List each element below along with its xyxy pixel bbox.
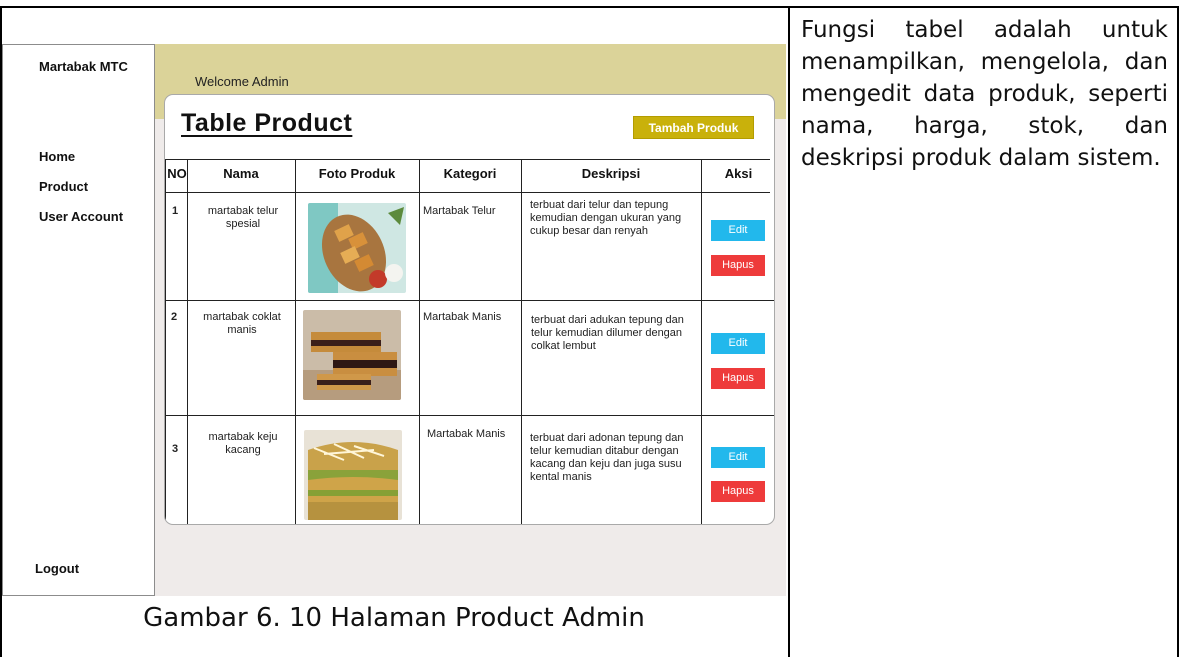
col-divider (521, 159, 522, 524)
row-1-no: 1 (172, 205, 179, 217)
sidebar-item-product[interactable]: Product (39, 179, 123, 194)
row-2-kategori: Martabak Manis (423, 311, 502, 323)
row-2-no: 2 (171, 311, 178, 323)
row-2-delete-button[interactable]: Hapus (711, 368, 765, 389)
row-3-delete-button[interactable]: Hapus (711, 481, 765, 502)
row-3-nama: martabak keju kacang (208, 431, 278, 456)
row-3-edit-button[interactable]: Edit (711, 447, 765, 468)
column-header-foto: Foto Produk (318, 166, 396, 181)
row-2-edit-button[interactable]: Edit (711, 333, 765, 354)
product-table: NO Nama Foto Produk Kategori Deskripsi A… (165, 95, 774, 524)
row-1-deskripsi: terbuat dari telur dan tepung kemudian d… (530, 199, 682, 237)
column-header-nama: Nama (223, 166, 259, 181)
row-3-product-photo (304, 430, 402, 520)
row-divider (165, 300, 774, 301)
figure-caption: Gambar 6. 10 Halaman Product Admin (143, 603, 645, 633)
col-divider (419, 159, 420, 524)
col-divider (187, 159, 188, 524)
row-divider (165, 159, 770, 160)
welcome-text: Welcome Admin (195, 74, 289, 89)
row-3-no: 3 (172, 443, 179, 455)
sidebar-item-home[interactable]: Home (39, 149, 123, 164)
martabak-telur-image (308, 203, 406, 293)
row-1-nama: martabak telur spesial (207, 205, 279, 230)
col-divider (295, 159, 296, 524)
row-1-kategori: Martabak Telur (423, 205, 496, 217)
sidebar-item-user-account[interactable]: User Account (39, 209, 123, 224)
row-1-edit-button[interactable]: Edit (711, 220, 765, 241)
row-3-deskripsi: terbuat dari adonan tepung dan telur kem… (530, 432, 684, 483)
column-header-aksi: Aksi (724, 166, 753, 181)
martabak-keju-image (304, 430, 402, 520)
column-header-deskripsi: Deskripsi (581, 166, 641, 181)
row-2-deskripsi: terbuat dari adukan tepung dan telur kem… (531, 314, 684, 352)
row-2-nama: martabak coklat manis (203, 311, 281, 336)
row-divider (165, 192, 770, 193)
row-1-product-photo (308, 203, 406, 293)
description-paragraph: Fungsi tabel adalah untuk menampilkan, m… (801, 17, 1168, 171)
table-border-top (0, 6, 1179, 8)
col-divider (165, 159, 166, 524)
brand-logo-text: Martabak MTC (39, 59, 128, 74)
row-2-product-photo (303, 310, 401, 400)
sidebar-nav: Home Product User Account (39, 149, 123, 239)
logout-link[interactable]: Logout (35, 561, 79, 576)
row-3-kategori: Martabak Manis (427, 428, 506, 440)
row-1-delete-button[interactable]: Hapus (711, 255, 765, 276)
product-table-card: Table Product Tambah Produk NO Nama Foto… (164, 94, 775, 525)
sidebar: Martabak MTC Home Product User Account L… (2, 44, 155, 596)
col-divider (701, 159, 702, 524)
table-border-middle (788, 6, 790, 657)
column-header-kategori: Kategori (443, 166, 497, 181)
row-divider (165, 415, 774, 416)
martabak-coklat-image (303, 310, 401, 400)
column-header-no: NO (167, 166, 187, 181)
